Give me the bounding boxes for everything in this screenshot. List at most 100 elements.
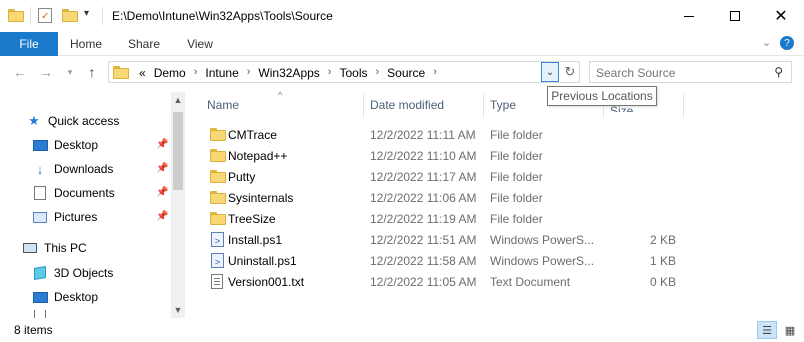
- folder-icon: [210, 148, 226, 163]
- forward-button[interactable]: →: [36, 62, 56, 82]
- close-icon: ✕: [774, 8, 788, 25]
- scrollbar-thumb[interactable]: [173, 112, 183, 190]
- column-header-date[interactable]: Date modified: [370, 92, 444, 118]
- file-name: Notepad++: [228, 149, 288, 163]
- file-type: Windows PowerS...: [490, 254, 595, 268]
- column-header-name[interactable]: Name: [207, 92, 239, 118]
- minimize-button[interactable]: [666, 0, 712, 32]
- nav-label: Desktop: [54, 290, 99, 304]
- search-input[interactable]: [596, 65, 766, 80]
- breadcrumb-separator-icon[interactable]: ›: [429, 66, 441, 80]
- help-icon[interactable]: ?: [780, 36, 794, 50]
- breadcrumb-tools[interactable]: Tools: [335, 66, 371, 80]
- powershell-icon: >: [210, 232, 226, 247]
- scroll-up-icon[interactable]: ▲: [171, 92, 185, 108]
- file-name: CMTrace: [228, 128, 277, 142]
- file-type: File folder: [490, 149, 543, 163]
- table-row[interactable]: Putty 12/2/2022 11:17 AM File folder: [200, 166, 680, 187]
- nav-label: Desktop: [54, 138, 99, 152]
- nav-label: Pictures: [54, 210, 98, 224]
- file-name: Install.ps1: [228, 233, 283, 247]
- title-bar: ✓ ▾ E:\Demo\Intune\Win32Apps\Tools\Sourc…: [0, 0, 804, 32]
- large-icons-view-button[interactable]: ▦: [780, 321, 800, 339]
- details-view-button[interactable]: ☰: [757, 321, 777, 339]
- refresh-icon: ↻: [564, 64, 576, 79]
- tab-share[interactable]: Share: [116, 32, 172, 56]
- pin-icon: 📌: [156, 211, 169, 222]
- powershell-icon: >: [210, 253, 226, 268]
- table-row[interactable]: CMTrace 12/2/2022 11:11 AM File folder: [200, 124, 680, 145]
- file-size: 2 KB: [649, 233, 676, 247]
- tab-view[interactable]: View: [174, 32, 226, 56]
- breadcrumb-separator-icon[interactable]: ›: [190, 66, 202, 80]
- documents-icon: [32, 185, 48, 201]
- breadcrumb-demo[interactable]: Demo: [150, 66, 190, 80]
- file-type: Windows PowerS...: [490, 233, 595, 247]
- file-name: Putty: [228, 170, 256, 184]
- maximize-button[interactable]: [712, 0, 758, 32]
- breadcrumb-separator-icon[interactable]: ›: [243, 66, 255, 80]
- back-arrow-icon: ←: [13, 64, 27, 80]
- customize-toolbar-icon[interactable]: ▾: [84, 8, 89, 28]
- nav-pane-scrollbar[interactable]: ▲ ▼: [171, 92, 185, 318]
- search-box[interactable]: ⚲: [589, 61, 792, 83]
- ribbon-tabs: File Home Share View ⌄ ?: [0, 32, 804, 56]
- nav-label: Documents: [54, 186, 115, 200]
- breadcrumb-intune[interactable]: Intune: [201, 66, 242, 80]
- file-date: 12/2/2022 11:17 AM: [370, 170, 477, 184]
- breadcrumb-win32apps[interactable]: Win32Apps: [254, 66, 323, 80]
- close-button[interactable]: ✕: [758, 0, 804, 32]
- pictures-icon: [32, 209, 48, 225]
- desktop-icon: [32, 137, 48, 153]
- file-date: 12/2/2022 11:11 AM: [370, 128, 476, 142]
- chevron-down-icon: ⌄: [545, 66, 555, 78]
- file-date: 12/2/2022 11:51 AM: [370, 233, 477, 247]
- expand-ribbon-icon[interactable]: ⌄: [762, 36, 771, 49]
- up-button[interactable]: ↑: [82, 62, 102, 82]
- file-type: Text Document: [490, 275, 571, 289]
- file-date: 12/2/2022 11:10 AM: [370, 149, 477, 163]
- breadcrumb-overflow[interactable]: «: [135, 66, 150, 80]
- column-label: Date modified: [370, 98, 445, 112]
- breadcrumb-separator-icon[interactable]: ›: [324, 66, 336, 80]
- table-row[interactable]: Version001.txt 12/2/2022 11:05 AM Text D…: [200, 271, 680, 292]
- tab-file[interactable]: File: [0, 32, 58, 56]
- nav-this-pc[interactable]: This PC: [22, 237, 186, 259]
- file-list: Name ^ Date modified Type Size CMTrace 1…: [200, 90, 800, 318]
- column-header-type[interactable]: Type: [490, 92, 516, 118]
- previous-locations-tooltip: Previous Locations: [547, 86, 657, 106]
- file-name: TreeSize: [228, 212, 276, 226]
- column-label: Name: [207, 98, 240, 112]
- recent-locations-button[interactable]: ▾: [60, 62, 80, 82]
- table-row[interactable]: Sysinternals 12/2/2022 11:06 AM File fol…: [200, 187, 680, 208]
- previous-locations-button[interactable]: ⌄: [541, 62, 559, 82]
- nav-3d-objects[interactable]: 3D Objects: [32, 262, 186, 284]
- file-type: File folder: [490, 191, 543, 205]
- table-row[interactable]: Notepad++ 12/2/2022 11:10 AM File folder: [200, 145, 680, 166]
- nav-label: This PC: [44, 241, 87, 255]
- navigation-bar: ← → ▾ ↑ « Demo › Intune › Win32Apps › To…: [0, 56, 804, 88]
- refresh-button[interactable]: ↻: [561, 62, 579, 82]
- nav-quick-access[interactable]: ★ Quick access: [26, 110, 186, 132]
- back-button[interactable]: ←: [10, 62, 30, 82]
- nav-label: 3D Objects: [54, 266, 114, 280]
- folder-icon: [210, 211, 226, 226]
- details-view-icon: ☰: [762, 324, 772, 337]
- tab-home[interactable]: Home: [60, 32, 112, 56]
- file-explorer-window: ✓ ▾ E:\Demo\Intune\Win32Apps\Tools\Sourc…: [0, 0, 804, 342]
- table-row[interactable]: > Uninstall.ps1 12/2/2022 11:58 AM Windo…: [200, 250, 680, 271]
- cube-icon: [32, 265, 48, 281]
- table-row[interactable]: > Install.ps1 12/2/2022 11:51 AM Windows…: [200, 229, 680, 250]
- computer-icon: [22, 240, 38, 256]
- nav-pc-desktop[interactable]: Desktop: [32, 286, 186, 308]
- status-bar: 8 items ☰ ▦: [0, 318, 804, 342]
- large-icons-view-icon: ▦: [784, 324, 796, 337]
- breadcrumb-separator-icon[interactable]: ›: [371, 66, 383, 80]
- sort-ascending-icon: ^: [278, 90, 283, 100]
- breadcrumb-source[interactable]: Source: [383, 66, 429, 80]
- address-bar[interactable]: « Demo › Intune › Win32Apps › Tools › So…: [108, 61, 580, 83]
- file-name: Version001.txt: [228, 275, 305, 289]
- file-date: 12/2/2022 11:06 AM: [370, 191, 477, 205]
- table-row[interactable]: TreeSize 12/2/2022 11:19 AM File folder: [200, 208, 680, 229]
- scroll-down-icon[interactable]: ▼: [171, 302, 185, 318]
